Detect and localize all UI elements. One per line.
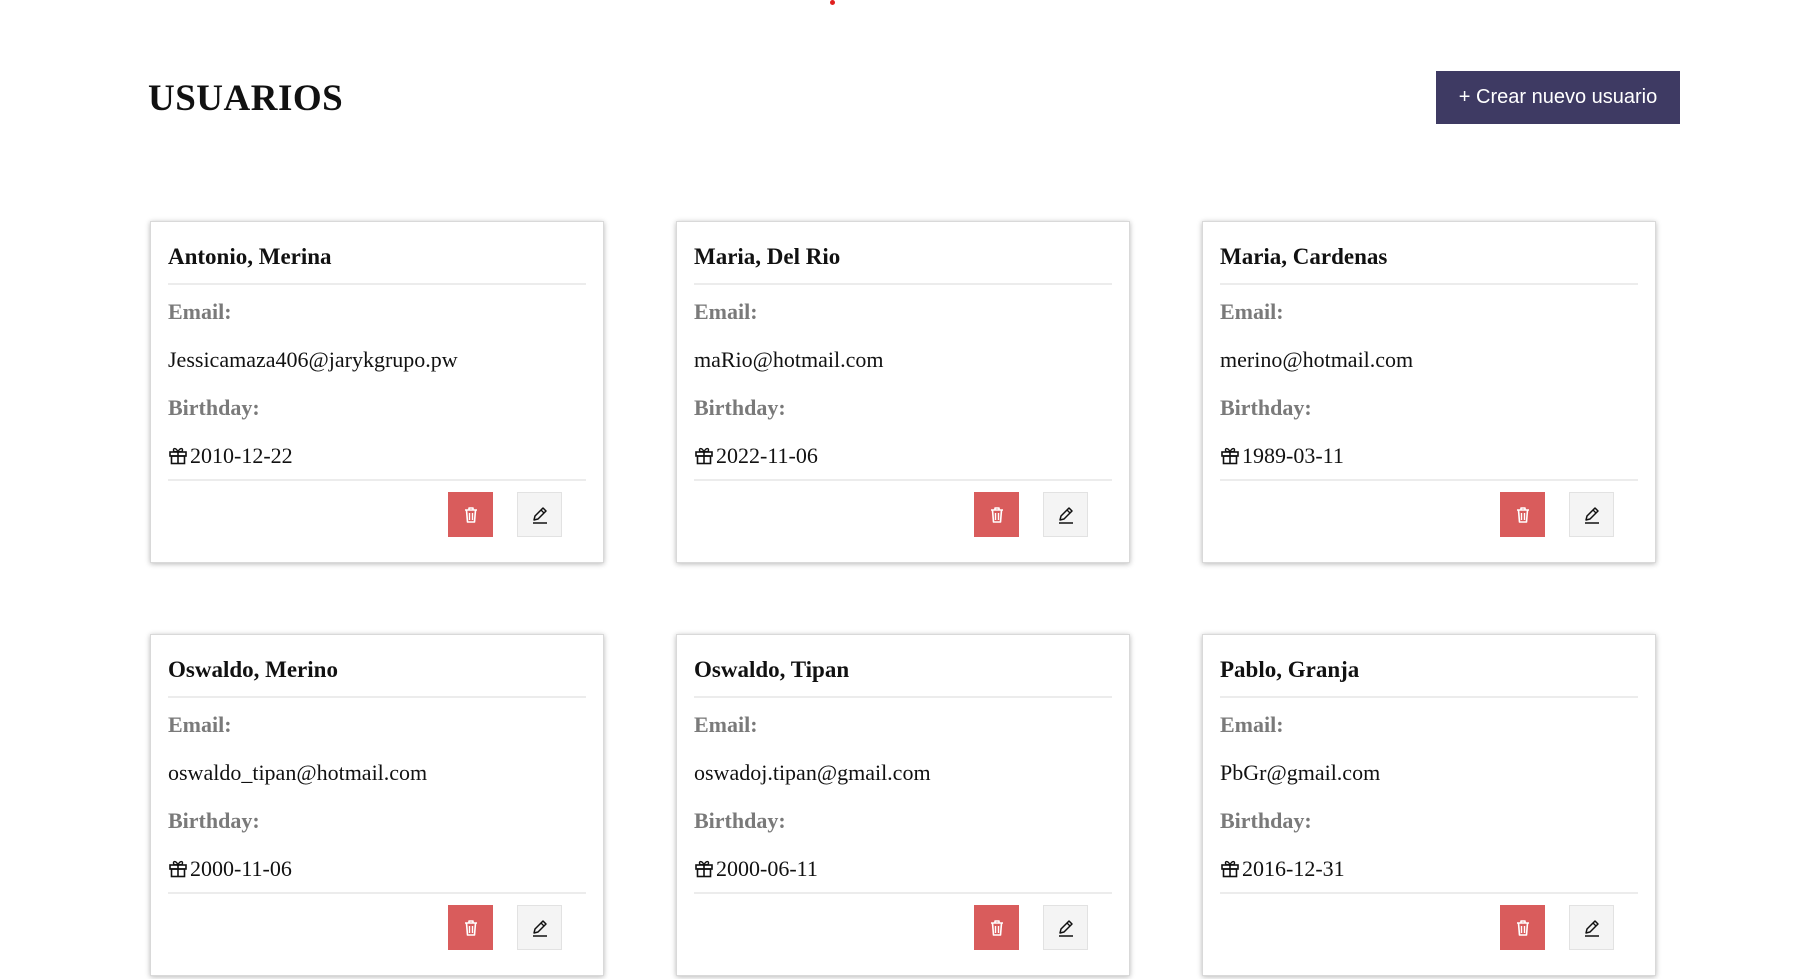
gift-icon — [1220, 445, 1240, 465]
email-value: maRio@hotmail.com — [694, 347, 884, 372]
email-label: Email: — [168, 712, 232, 737]
birthday-value: 2010-12-22 — [190, 443, 293, 468]
email-label: Email: — [168, 299, 232, 324]
loading-indicator-dot — [830, 0, 835, 5]
email-value: Jessicamaza406@jarykgrupo.pw — [168, 347, 458, 372]
birthday-label: Birthday: — [168, 395, 260, 420]
user-name: Oswaldo, Merino — [168, 635, 586, 698]
trash-icon — [1516, 919, 1529, 936]
pencil-icon — [1058, 506, 1073, 524]
user-card: Pablo, Granja Email: PbGr@gmail.com Birt… — [1202, 634, 1656, 976]
edit-button[interactable] — [1569, 905, 1614, 950]
email-value: oswaldo_tipan@hotmail.com — [168, 760, 428, 785]
email-label: Email: — [694, 299, 758, 324]
birthday-label: Birthday: — [1220, 395, 1312, 420]
trash-icon — [464, 919, 477, 936]
user-name: Oswaldo, Tipan — [694, 635, 1112, 698]
delete-button[interactable] — [448, 905, 493, 950]
birthday-row: 2022-11-06 — [694, 443, 1112, 481]
page-title: USUARIOS — [148, 78, 344, 119]
trash-icon — [1516, 506, 1529, 523]
edit-button[interactable] — [1043, 905, 1088, 950]
user-name: Pablo, Granja — [1220, 635, 1638, 698]
edit-button[interactable] — [517, 905, 562, 950]
trash-icon — [464, 506, 477, 523]
trash-icon — [990, 919, 1003, 936]
email-label: Email: — [1220, 299, 1284, 324]
card-actions — [974, 492, 1088, 537]
user-card-grid: Antonio, Merina Email: Jessicamaza406@ja… — [150, 221, 1656, 976]
birthday-value: 2000-06-11 — [716, 856, 818, 881]
gift-icon — [168, 858, 188, 878]
pencil-icon — [1058, 919, 1073, 937]
page-header: USUARIOS + Crear nuevo usuario — [148, 71, 1680, 125]
gift-icon — [1220, 858, 1240, 878]
birthday-value: 2000-11-06 — [190, 856, 292, 881]
create-user-button[interactable]: + Crear nuevo usuario — [1436, 71, 1680, 124]
user-name: Maria, Del Rio — [694, 222, 1112, 285]
user-card: Oswaldo, Merino Email: oswaldo_tipan@hot… — [150, 634, 604, 976]
delete-button[interactable] — [974, 905, 1019, 950]
gift-icon — [168, 445, 188, 465]
delete-button[interactable] — [448, 492, 493, 537]
birthday-label: Birthday: — [1220, 808, 1312, 833]
gift-icon — [694, 445, 714, 465]
email-label: Email: — [1220, 712, 1284, 737]
email-value: PbGr@gmail.com — [1220, 760, 1381, 785]
delete-button[interactable] — [1500, 905, 1545, 950]
pencil-icon — [532, 506, 547, 524]
edit-button[interactable] — [517, 492, 562, 537]
birthday-row: 2016-12-31 — [1220, 856, 1638, 894]
birthday-row: 2010-12-22 — [168, 443, 586, 481]
birthday-row: 1989-03-11 — [1220, 443, 1638, 481]
user-card: Maria, Cardenas Email: merino@hotmail.co… — [1202, 221, 1656, 563]
card-actions — [1500, 905, 1614, 950]
pencil-icon — [1584, 506, 1599, 524]
birthday-value: 1989-03-11 — [1242, 443, 1344, 468]
birthday-label: Birthday: — [168, 808, 260, 833]
page: USUARIOS + Crear nuevo usuario Antonio, … — [0, 0, 1798, 979]
birthday-row: 2000-06-11 — [694, 856, 1112, 894]
card-actions — [448, 492, 562, 537]
user-card: Antonio, Merina Email: Jessicamaza406@ja… — [150, 221, 604, 563]
pencil-icon — [1584, 919, 1599, 937]
birthday-value: 2016-12-31 — [1242, 856, 1345, 881]
user-name: Antonio, Merina — [168, 222, 586, 285]
card-actions — [448, 905, 562, 950]
birthday-label: Birthday: — [694, 395, 786, 420]
user-name: Maria, Cardenas — [1220, 222, 1638, 285]
user-card: Maria, Del Rio Email: maRio@hotmail.com … — [676, 221, 1130, 563]
birthday-row: 2000-11-06 — [168, 856, 586, 894]
birthday-label: Birthday: — [694, 808, 786, 833]
gift-icon — [694, 858, 714, 878]
delete-button[interactable] — [974, 492, 1019, 537]
email-value: oswadoj.tipan@gmail.com — [694, 760, 931, 785]
email-label: Email: — [694, 712, 758, 737]
delete-button[interactable] — [1500, 492, 1545, 537]
user-card: Oswaldo, Tipan Email: oswadoj.tipan@gmai… — [676, 634, 1130, 976]
birthday-value: 2022-11-06 — [716, 443, 818, 468]
card-actions — [974, 905, 1088, 950]
edit-button[interactable] — [1043, 492, 1088, 537]
trash-icon — [990, 506, 1003, 523]
email-value: merino@hotmail.com — [1220, 347, 1414, 372]
pencil-icon — [532, 919, 547, 937]
card-actions — [1500, 492, 1614, 537]
edit-button[interactable] — [1569, 492, 1614, 537]
